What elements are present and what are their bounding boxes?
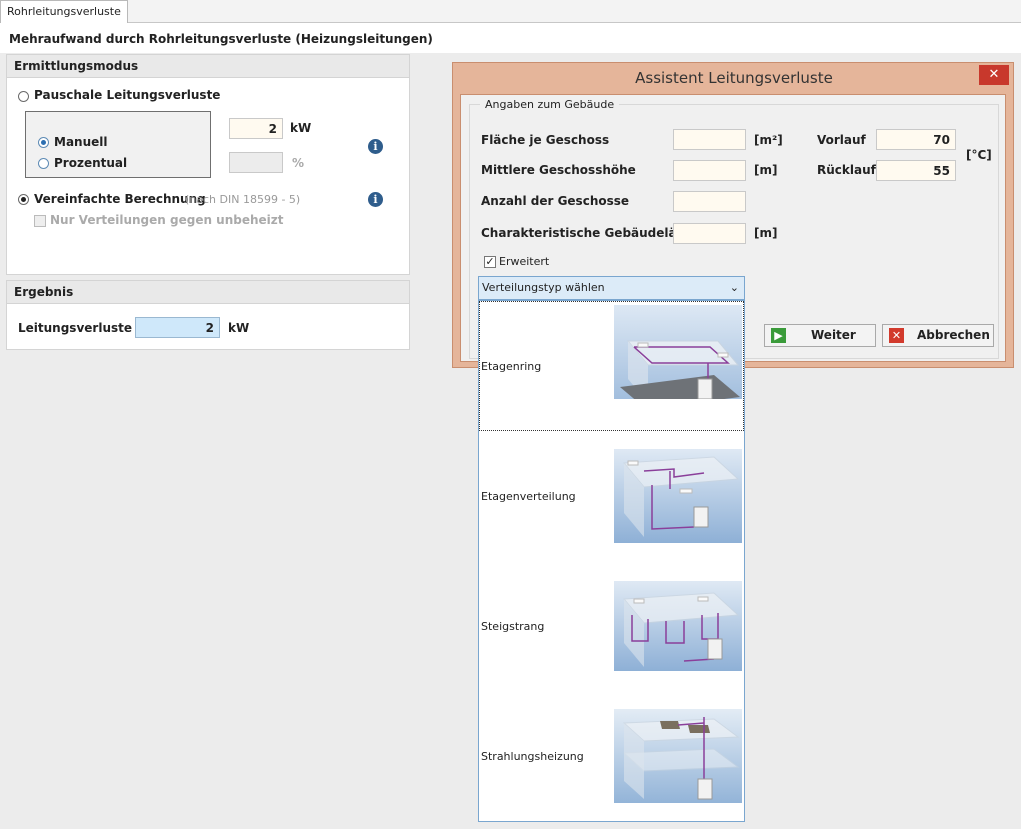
percent-input[interactable] [229,152,283,173]
mode-group-title: Ermittlungsmodus [7,55,409,78]
kw-unit: kW [290,121,312,135]
chevron-down-icon: ⌄ [729,281,739,294]
etagenverteilung-image [614,449,742,543]
option-label: Etagenring [481,360,542,373]
leitungsverluste-unit: kW [228,321,250,335]
prozentual-radio[interactable] [38,158,49,169]
ruecklauf-input[interactable]: 55 [876,160,956,181]
anzahl-input[interactable] [673,191,746,212]
option-etagenring[interactable]: Etagenring [479,301,744,431]
tab-rohrleitungsverluste[interactable]: Rohrleitungsverluste [0,0,128,23]
steigstrang-image [614,581,742,675]
vorlauf-label: Vorlauf [817,133,866,147]
manual-box: Manuell Prozentual [25,111,211,178]
abbrechen-label: Abbrechen [917,328,990,342]
page-title: Mehraufwand durch Rohrleitungsverluste (… [9,32,433,46]
option-strahlungsheizung[interactable]: Strahlungsheizung [479,691,744,821]
option-etagenverteilung[interactable]: Etagenverteilung [479,431,744,561]
erweitert-label: Erweitert [499,255,550,268]
flaeche-input[interactable] [673,129,746,150]
page-header: Mehraufwand durch Rohrleitungsverluste (… [0,23,1021,53]
leitungsverluste-value: 2 [135,317,220,338]
pauschal-radio[interactable] [18,91,29,102]
weiter-label: Weiter [811,328,856,342]
kw-input[interactable]: 2 [229,118,283,139]
option-label: Etagenverteilung [481,490,576,503]
option-steigstrang[interactable]: Steigstrang [479,561,744,691]
hoehe-label: Mittlere Geschosshöhe [481,163,636,177]
laenge-label: Charakteristische Gebäudelänge [481,226,702,240]
hoehe-unit: [m] [754,163,778,177]
flaeche-label: Fläche je Geschoss [481,133,610,147]
pauschal-label: Pauschale Leitungsverluste [34,88,221,102]
close-button[interactable]: ✕ [979,65,1009,85]
manuell-radio[interactable] [38,137,49,148]
option-label: Strahlungsheizung [481,750,584,763]
mode-group: Ermittlungsmodus Pauschale Leitungsverlu… [6,54,410,275]
option-label: Steigstrang [481,620,545,633]
erweitert-checkbox[interactable]: ✓ [484,256,496,268]
laenge-unit: [m] [754,226,778,240]
info-icon[interactable]: i [368,192,383,207]
prozentual-label: Prozentual [54,156,128,170]
strahlungsheizung-image [614,709,742,803]
manuell-label: Manuell [54,135,108,149]
fieldset-legend: Angaben zum Gebäude [480,98,620,111]
din-note: (nach DIN 18599 - 5) [185,193,301,206]
distribution-type-list: Etagenring Etagenverteilung Steigstrang … [478,300,745,822]
play-icon: ▶ [771,328,786,343]
percent-unit: % [292,156,305,170]
nur-verteilungen-label: Nur Verteilungen gegen unbeheizt [50,213,284,227]
flaeche-unit: [m²] [754,133,783,147]
result-group-title: Ergebnis [7,281,409,304]
weiter-button[interactable]: ▶ Weiter [764,324,876,347]
distribution-type-select[interactable]: Verteilungstyp wählen ⌄ [478,276,745,300]
select-value: Verteilungstyp wählen [482,281,605,294]
checkmark-icon: ✓ [485,255,495,268]
ruecklauf-label: Rücklauf [817,163,876,177]
laenge-input[interactable] [673,223,746,244]
etagenring-image [614,305,742,399]
info-icon[interactable]: i [368,139,383,154]
hoehe-input[interactable] [673,160,746,181]
cancel-icon: ✕ [889,328,904,343]
nur-verteilungen-checkbox[interactable] [34,215,46,227]
dialog-title: Assistent Leitungsverluste [635,69,833,87]
anzahl-label: Anzahl der Geschosse [481,194,630,208]
abbrechen-button[interactable]: ✕ Abbrechen [882,324,994,347]
vereinfacht-label: Vereinfachte Berechnung [34,192,206,206]
temp-unit: [°C] [966,148,992,162]
leitungsverluste-label: Leitungsverluste [18,321,133,335]
vereinfacht-radio[interactable] [18,194,29,205]
tab-strip [0,0,1021,23]
vorlauf-input[interactable]: 70 [876,129,956,150]
close-icon: ✕ [988,67,1000,82]
result-group: Ergebnis Leitungsverluste 2 kW [6,280,410,350]
